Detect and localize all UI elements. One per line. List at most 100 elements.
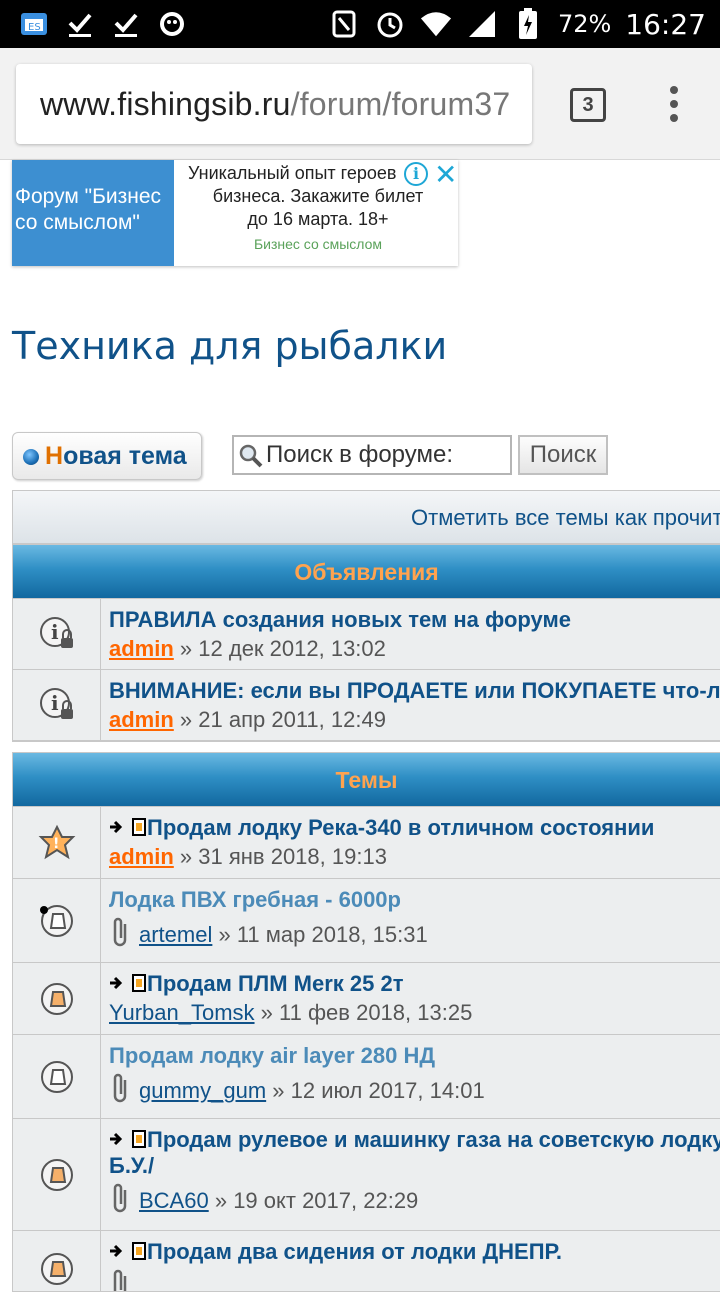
url-text: www.fishingsib.ru/forum/forum37 xyxy=(40,86,510,123)
nfc-icon xyxy=(328,8,360,40)
ad-left-line2: со смыслом" xyxy=(15,211,140,234)
table-row: Продам два сидения от лодки ДНЕПР. xyxy=(13,1231,720,1291)
battery-percent: 72% xyxy=(557,10,612,38)
topic-date: » 12 июл 2017, 14:01 xyxy=(272,1078,485,1103)
search-input[interactable] xyxy=(266,439,506,471)
topic-meta: admin » 12 дек 2012, 13:02 xyxy=(109,636,720,662)
search-icon xyxy=(239,444,263,468)
topic-title-link[interactable]: Продам лодку Река-340 в отличном состоян… xyxy=(147,815,654,841)
moved-topic-icon xyxy=(110,974,146,992)
topic-date: » 19 окт 2017, 22:29 xyxy=(214,1188,419,1213)
signal-icon xyxy=(466,8,498,40)
new-topic-icon xyxy=(23,449,39,465)
moved-topic-icon xyxy=(110,818,146,836)
moved-topic-icon xyxy=(110,1130,146,1148)
topic-author[interactable]: BCA60 xyxy=(139,1188,209,1213)
topic-author[interactable]: gummy_gum xyxy=(139,1078,266,1103)
announce-locked-icon: i xyxy=(13,670,101,740)
announcements-table: Объявления i ПРАВИЛА создания новых тем … xyxy=(12,544,720,742)
new-topic-button[interactable]: Новая тема xyxy=(12,432,202,480)
ad-banner[interactable]: Форум "Бизнес со смыслом" Уникальный опы… xyxy=(12,160,458,266)
topic-date: » 11 мар 2018, 15:31 xyxy=(218,922,428,947)
ad-text-line3: до 16 марта. 18+ xyxy=(247,209,389,229)
url-domain: www.fishingsib.ru xyxy=(40,86,291,122)
attachment-icon xyxy=(113,917,127,947)
announce-locked-icon: i xyxy=(13,599,101,669)
ad-left-line1: Форум "Бизнес xyxy=(15,185,161,208)
ad-image-block[interactable]: Форум "Бизнес со смыслом" xyxy=(12,160,174,266)
topic-title-link[interactable]: ПРАВИЛА создания новых тем на форуме xyxy=(109,607,571,633)
topic-meta: admin » 31 янв 2018, 19:13 xyxy=(109,844,720,870)
topic-meta: gummy_gum » 12 июл 2017, 14:01 xyxy=(109,1072,720,1104)
topic-title-link[interactable]: ВНИМАНИЕ: если вы ПРОДАЕТЕ или ПОКУПАЕТЕ… xyxy=(109,678,720,704)
wifi-icon xyxy=(420,8,452,40)
topic-meta: admin » 21 апр 2011, 12:49 xyxy=(109,707,720,733)
topic-unread-icon xyxy=(13,1231,101,1291)
clock: 16:27 xyxy=(625,7,706,41)
moved-topic-icon xyxy=(110,1242,146,1260)
search-button[interactable]: Поиск xyxy=(518,435,608,475)
topic-meta: artemel » 11 мар 2018, 15:31 xyxy=(109,916,720,948)
new-topic-label: Новая тема xyxy=(45,442,187,470)
topic-date: » 31 янв 2018, 19:13 xyxy=(179,844,387,869)
topic-meta: BCA60 » 19 окт 2017, 22:29 xyxy=(109,1182,720,1214)
ad-text-line2: бизнеса. Закажите билет xyxy=(212,186,424,206)
mark-all-bar: Отметить все темы как прочитанные xyxy=(12,490,720,544)
topic-unread-icon xyxy=(13,1119,101,1230)
battery-charging-icon xyxy=(512,8,544,40)
page-title[interactable]: Техника для рыбалки xyxy=(12,324,447,368)
svg-text:i: i xyxy=(51,620,59,644)
ad-info-icon[interactable]: i xyxy=(404,162,428,186)
table-row: Продам лодку air layer 280 НД gummy_gum … xyxy=(13,1035,720,1119)
topic-unread-icon xyxy=(13,963,101,1034)
topic-title-link[interactable]: Продам два сидения от лодки ДНЕПР. xyxy=(147,1239,562,1265)
topic-read-icon xyxy=(13,879,101,962)
topics-table: Темы ! Продам лодку Река-340 в отличном … xyxy=(12,752,720,1292)
check-icon xyxy=(64,8,96,40)
topic-author[interactable]: admin xyxy=(109,707,174,732)
ad-close-icon[interactable]: ✕ xyxy=(434,160,457,191)
topic-date: » 21 апр 2011, 12:49 xyxy=(179,707,386,732)
topic-author[interactable]: artemel xyxy=(139,922,212,947)
topic-author[interactable]: Yurban_Tomsk xyxy=(109,1000,255,1025)
sticky-topic-icon: ! xyxy=(13,807,101,878)
topic-title-link-cont[interactable]: Б.У./ xyxy=(109,1153,154,1179)
attachment-icon xyxy=(113,1183,127,1213)
topic-read-icon xyxy=(13,1035,101,1118)
url-path: /forum/forum37 xyxy=(290,86,511,122)
svg-text:!: ! xyxy=(53,836,59,852)
topic-meta: Yurban_Tomsk » 11 фев 2018, 13:25 xyxy=(109,1000,720,1026)
section-header-topics: Темы xyxy=(13,753,720,807)
table-row: i ПРАВИЛА создания новых тем на форуме a… xyxy=(13,599,720,670)
ad-text-line1: Уникальный опыт героев xyxy=(188,163,397,183)
table-row: Продам рулевое и машинку газа на советск… xyxy=(13,1119,720,1231)
svg-text:i: i xyxy=(51,691,59,715)
topic-title-link[interactable]: Лодка ПВХ гребная - 6000р xyxy=(109,887,401,913)
topic-date: » 11 фев 2018, 13:25 xyxy=(260,1000,473,1025)
topic-title-link[interactable]: Продам рулевое и машинку газа на советск… xyxy=(147,1127,720,1153)
svg-text:ES: ES xyxy=(28,22,41,33)
mark-all-read-link[interactable]: Отметить все темы как прочитанные xyxy=(411,505,720,531)
topic-date: » 12 дек 2012, 13:02 xyxy=(179,636,386,661)
table-row: i ВНИМАНИЕ: если вы ПРОДАЕТЕ или ПОКУПАЕ… xyxy=(13,670,720,741)
section-header-announcements: Объявления xyxy=(13,545,720,599)
topic-title-link[interactable]: Продам ПЛМ Merк 25 2т xyxy=(147,971,404,997)
table-row: ! Продам лодку Река-340 в отличном состо… xyxy=(13,807,720,879)
address-bar[interactable]: www.fishingsib.ru/forum/forum37 xyxy=(16,64,532,144)
search-field[interactable] xyxy=(232,435,512,475)
table-row: Продам ПЛМ Merк 25 2т Yurban_Tomsk » 11 … xyxy=(13,963,720,1035)
table-row: Лодка ПВХ гребная - 6000р artemel » 11 м… xyxy=(13,879,720,963)
ad-source: Бизнес со смыслом xyxy=(253,236,383,252)
topic-author[interactable]: admin xyxy=(109,636,174,661)
tab-switcher-button[interactable]: 3 xyxy=(570,88,606,122)
overflow-menu-icon[interactable] xyxy=(664,86,684,126)
app-icon: ES xyxy=(18,8,50,40)
browser-toolbar: www.fishingsib.ru/forum/forum37 3 xyxy=(0,48,720,160)
check-icon xyxy=(110,8,142,40)
topic-title-link[interactable]: Продам лодку air layer 280 НД xyxy=(109,1043,435,1069)
shield-icon xyxy=(156,8,188,40)
status-bar: ES 72% 16:27 xyxy=(0,0,720,48)
attachment-icon xyxy=(113,1073,127,1103)
alarm-icon xyxy=(374,8,406,40)
topic-author[interactable]: admin xyxy=(109,844,174,869)
